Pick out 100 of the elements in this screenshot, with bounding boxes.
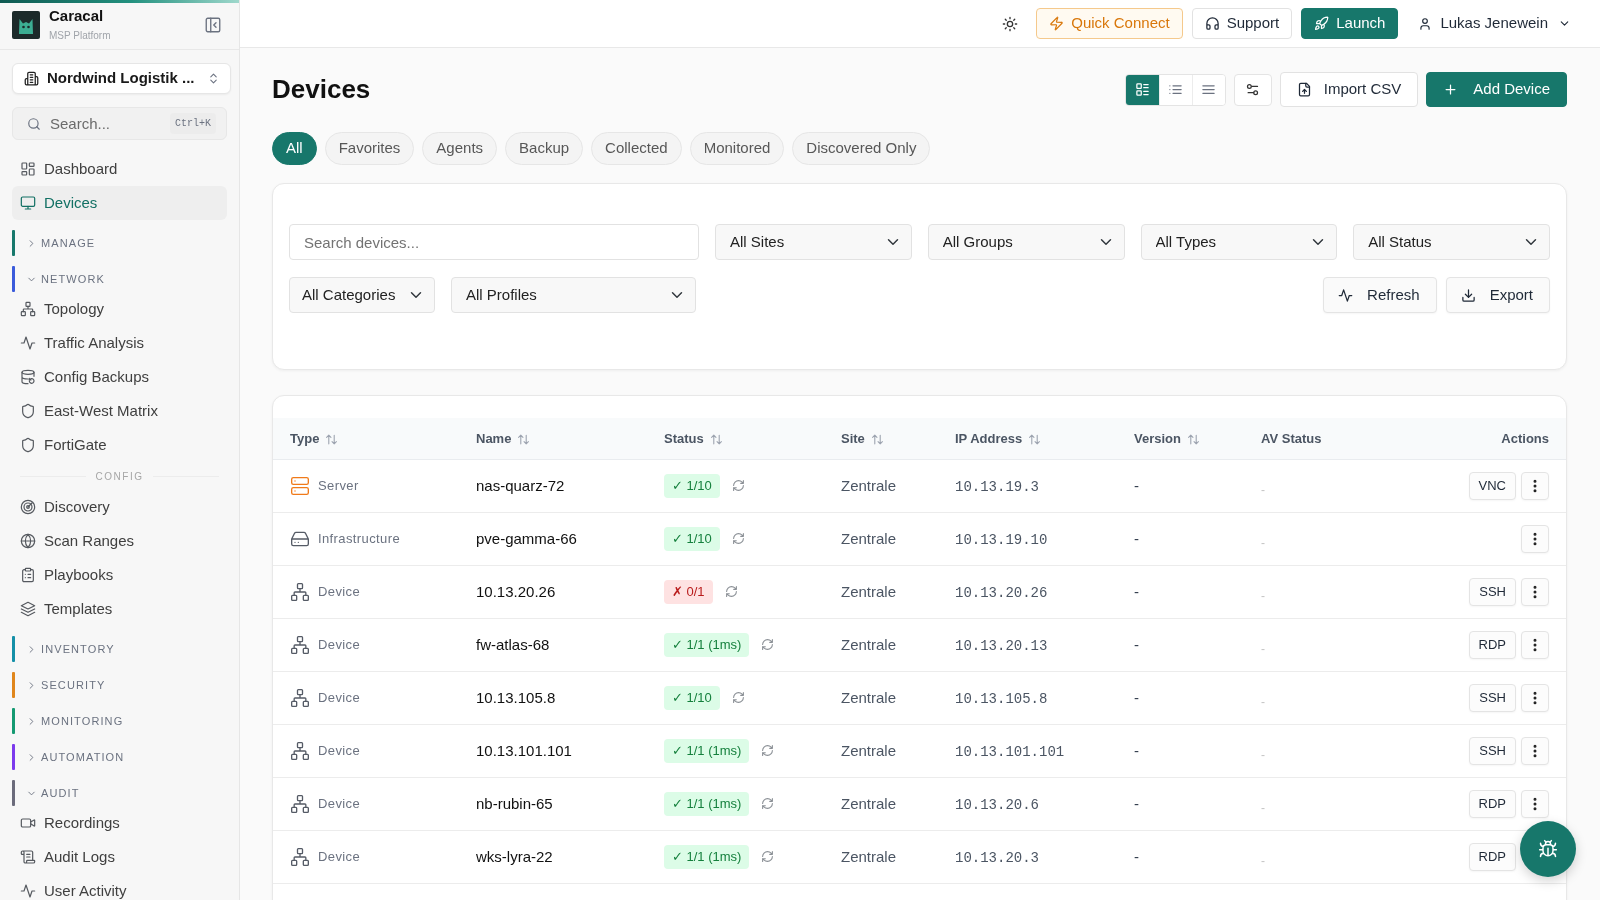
connect-button[interactable]: SSH: [1469, 577, 1516, 606]
refresh-icon[interactable]: [731, 691, 745, 704]
filter-tab[interactable]: All: [272, 132, 317, 165]
type-label: Server: [318, 476, 359, 495]
connect-button[interactable]: SSH: [1469, 683, 1516, 712]
filter-select[interactable]: All Profiles: [451, 277, 696, 313]
column-header[interactable]: Site: [841, 429, 884, 449]
refresh-icon[interactable]: [761, 797, 775, 810]
more-button[interactable]: [1521, 789, 1549, 818]
search-box[interactable]: Search... Ctrl+K: [12, 107, 227, 140]
filter-select[interactable]: All Groups: [927, 224, 1125, 260]
refresh-icon[interactable]: [724, 585, 738, 598]
filter-tab[interactable]: Backup: [505, 132, 584, 165]
globe-icon: [20, 533, 36, 549]
user-menu[interactable]: Lukas Jenewein: [1418, 12, 1571, 35]
sort-icon: [1028, 432, 1042, 446]
nav-group-toggle[interactable]: AUDIT: [12, 780, 227, 806]
header-button[interactable]: Import CSV: [1279, 72, 1419, 107]
action-button[interactable]: Refresh: [1323, 277, 1437, 313]
filter-select[interactable]: All Categories: [289, 277, 435, 313]
column-header[interactable]: Status: [664, 429, 723, 449]
connect-button[interactable]: SSH: [1469, 736, 1516, 765]
ip-address: 10.13.19.3: [955, 478, 1039, 495]
more-button[interactable]: [1521, 683, 1549, 712]
device-name: fw-atlas-68: [476, 635, 550, 653]
refresh-icon[interactable]: [731, 479, 745, 492]
filter-settings-button[interactable]: [1233, 73, 1272, 106]
collapse-sidebar-button[interactable]: [204, 15, 222, 34]
more-button[interactable]: [1521, 736, 1549, 765]
nav-link[interactable]: East-West Matrix: [12, 394, 227, 428]
status-badge: ✓ 1/1 (1ms): [664, 791, 750, 816]
version-text: -: [1134, 688, 1139, 706]
filter-tab[interactable]: Favorites: [324, 132, 415, 165]
toolbar-button[interactable]: Support: [1191, 8, 1293, 39]
network-icon: [290, 687, 310, 708]
view-toggle-button[interactable]: [1191, 74, 1225, 105]
nav-link[interactable]: Topology: [12, 292, 227, 326]
more-button[interactable]: [1521, 630, 1549, 659]
nav-link[interactable]: FortiGate: [12, 428, 227, 462]
status-badge: ✓ 1/1 (1ms): [664, 632, 750, 657]
organization-selector[interactable]: Nordwind Logistik ...: [12, 63, 231, 94]
sort-icon: [870, 432, 884, 446]
scroll-icon: [20, 849, 36, 865]
filter-tab[interactable]: Monitored: [689, 132, 785, 165]
connect-button[interactable]: VNC: [1468, 471, 1516, 500]
nav-link[interactable]: Scan Ranges: [12, 524, 227, 558]
toolbar-button[interactable]: Launch: [1301, 8, 1399, 39]
nav-link[interactable]: Audit Logs: [12, 840, 227, 874]
network-icon: [290, 793, 310, 814]
more-button[interactable]: [1521, 577, 1549, 606]
rows-icon: [1201, 82, 1217, 97]
refresh-icon[interactable]: [731, 532, 745, 545]
nav-link[interactable]: Playbooks: [12, 558, 227, 592]
filter-select[interactable]: All Types: [1140, 224, 1338, 260]
av-status-text: -: [1261, 694, 1265, 709]
nav-link[interactable]: Config Backups: [12, 360, 227, 394]
nav-link[interactable]: Templates: [12, 592, 227, 626]
theme-toggle-button[interactable]: [1002, 15, 1019, 32]
refresh-icon[interactable]: [761, 744, 775, 757]
column-header[interactable]: Type: [290, 429, 339, 449]
lightning-icon: [1049, 16, 1065, 31]
nav-group-toggle[interactable]: AUTOMATION: [12, 744, 227, 770]
nav-link[interactable]: Traffic Analysis: [12, 326, 227, 360]
search-field[interactable]: Search...: [50, 111, 161, 136]
nav-group-toggle[interactable]: SECURITY: [12, 672, 227, 698]
type-label: Device: [318, 794, 361, 813]
connect-button[interactable]: RDP: [1468, 842, 1516, 871]
av-status-text: -: [1261, 482, 1265, 497]
more-button[interactable]: [1521, 524, 1549, 553]
view-toggle-button[interactable]: [1125, 74, 1159, 105]
nav-link[interactable]: Devices: [12, 186, 227, 220]
network-icon: [290, 740, 310, 761]
search-field[interactable]: Search devices...: [289, 224, 699, 260]
page-title: Devices: [272, 73, 371, 106]
nav-link[interactable]: Discovery: [12, 490, 227, 524]
filter-tab[interactable]: Collected: [591, 132, 682, 165]
connect-button[interactable]: RDP: [1468, 630, 1516, 659]
layers-icon: [20, 601, 36, 617]
device-name: nb-rubin-65: [476, 794, 553, 812]
nav-link[interactable]: Recordings: [12, 806, 227, 840]
refresh-icon[interactable]: [761, 638, 775, 651]
filter-tab[interactable]: Agents: [422, 132, 498, 165]
nav-group-toggle[interactable]: MANAGE: [12, 230, 227, 256]
ip-address: 10.13.101.101: [955, 743, 1065, 760]
filter-tab[interactable]: Discovered Only: [792, 132, 931, 165]
filter-select[interactable]: All Sites: [715, 224, 912, 260]
nav-group-toggle[interactable]: NETWORK: [12, 266, 227, 292]
refresh-icon[interactable]: [761, 850, 775, 863]
action-button[interactable]: Export: [1445, 277, 1550, 313]
column-header[interactable]: Name: [476, 429, 531, 449]
filter-select[interactable]: All Status: [1353, 224, 1550, 260]
column-header[interactable]: Version: [1134, 429, 1200, 449]
header-button[interactable]: Add Device: [1426, 72, 1567, 107]
nav-link[interactable]: Dashboard: [12, 152, 227, 186]
more-button[interactable]: [1521, 471, 1549, 500]
connect-button[interactable]: RDP: [1468, 789, 1516, 818]
column-header[interactable]: IP Address: [955, 429, 1042, 449]
nav-link[interactable]: User Activity: [12, 874, 227, 900]
nav-group-toggle[interactable]: INVENTORY: [12, 636, 227, 662]
nav-group-toggle[interactable]: MONITORING: [12, 708, 227, 734]
